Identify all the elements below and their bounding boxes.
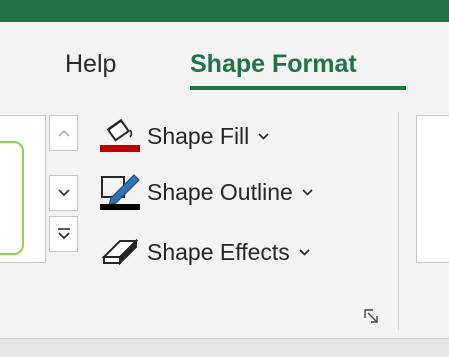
- group-separator: [398, 112, 399, 330]
- chevron-down-icon: [299, 248, 310, 256]
- gallery-scroll-up-button[interactable]: [49, 115, 78, 151]
- eraser-effects-icon: [101, 238, 139, 266]
- tab-shape-format[interactable]: Shape Format: [190, 49, 357, 79]
- shape-effects-button[interactable]: Shape Effects: [98, 233, 310, 271]
- chevron-up-icon: [57, 129, 70, 137]
- tab-help[interactable]: Help: [65, 49, 116, 79]
- shape-style-thumbnail[interactable]: [0, 141, 24, 255]
- pen-icon: [100, 174, 140, 210]
- gallery-more-button[interactable]: [49, 216, 78, 252]
- shape-styles-gallery[interactable]: [0, 115, 46, 263]
- gallery-more-icon: [57, 228, 70, 240]
- title-bar: [0, 0, 449, 22]
- chevron-down-icon: [57, 189, 70, 197]
- wordart-styles-gallery[interactable]: [416, 115, 449, 263]
- chevron-down-icon: [302, 188, 313, 196]
- shape-effects-label: Shape Effects: [147, 238, 290, 265]
- active-tab-indicator: [190, 86, 406, 90]
- shape-outline-button[interactable]: Shape Outline: [98, 173, 313, 211]
- shape-outline-label: Shape Outline: [147, 178, 293, 205]
- ribbon-bottom-edge: [0, 338, 449, 357]
- gallery-scroll-down-button[interactable]: [49, 175, 78, 211]
- dialog-launcher-icon[interactable]: [362, 307, 382, 327]
- chevron-down-icon: [258, 132, 269, 140]
- shape-fill-label: Shape Fill: [147, 122, 250, 149]
- paint-bucket-icon: [100, 119, 140, 152]
- shape-fill-button[interactable]: Shape Fill: [98, 117, 269, 155]
